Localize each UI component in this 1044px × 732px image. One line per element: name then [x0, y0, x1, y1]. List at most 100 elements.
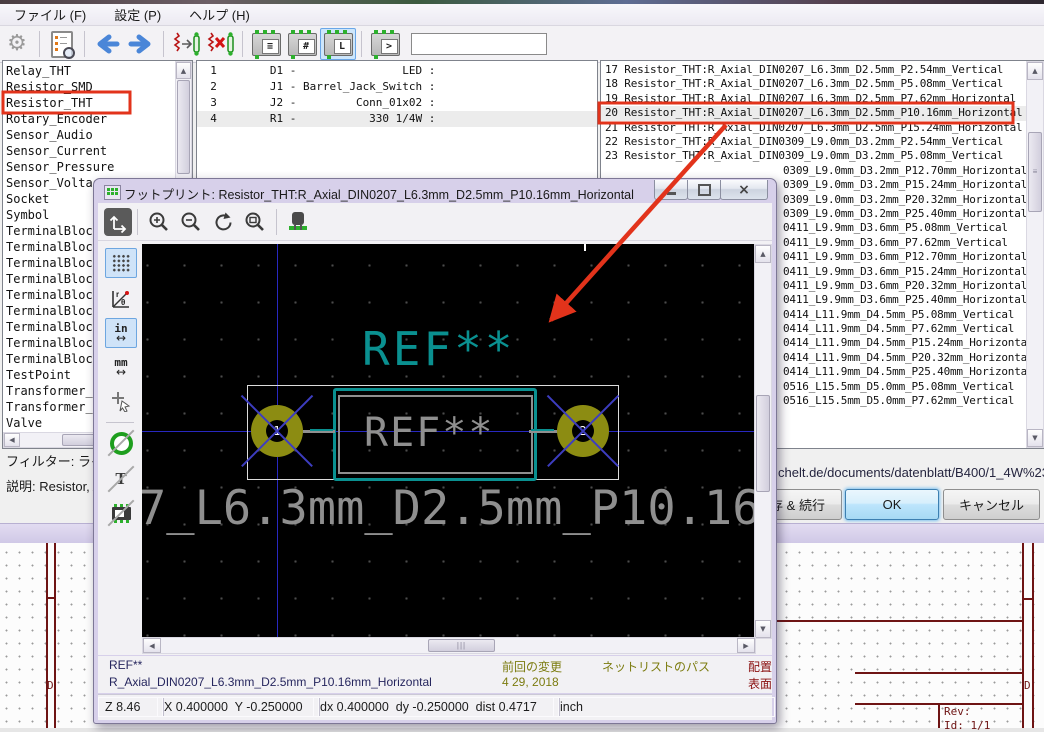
maximize-icon — [697, 183, 711, 196]
toolbar-separator — [361, 31, 362, 57]
zoom-fit-button[interactable] — [239, 207, 271, 237]
canvas-hscrollbar[interactable]: ◀ ||| ▶ — [142, 637, 756, 654]
cursor-crosshair-icon — [112, 392, 131, 412]
menu-item[interactable]: ヘルプ (H) — [175, 4, 264, 25]
filter-button-#[interactable]: # — [284, 28, 320, 60]
footprint-canvas[interactable]: REF** REF** 1 2 7_L6.3mm_D2.5mm_P10.16 — [142, 244, 754, 637]
delete-associations-icon — [207, 32, 234, 56]
ok-button[interactable]: OK — [845, 489, 939, 520]
footprint-list: 17 Resistor_THT:R_Axial_DIN0207_L6.3mm_D… — [601, 63, 1027, 164]
polar-coordinates-icon: rθ — [112, 290, 129, 308]
auto-associate-button[interactable] — [169, 29, 203, 59]
canvas-vscrollbar[interactable]: ▲ ▼ — [754, 244, 772, 639]
footprint-row-partial[interactable]: 0414_L11.9mm_D4.5mm_P25.40mm_Horizontal — [779, 365, 1034, 379]
text-sketch-mode-button[interactable]: T — [105, 464, 137, 494]
scroll-up-button[interactable]: ▲ — [176, 62, 191, 79]
scroll-down-button[interactable]: ▼ — [1027, 429, 1043, 447]
library-item[interactable]: Sensor_Pressure — [3, 159, 173, 175]
close-icon: × — [738, 181, 750, 198]
scroll-left-button[interactable]: ◀ — [4, 433, 20, 447]
footprint-row-partial[interactable]: 0414_L11.9mm_D4.5mm_P15.24mm_Horizontal — [779, 336, 1034, 350]
footprint-row-partial[interactable]: 0411_L9.9mm_D3.6mm_P15.24mm_Horizontal — [779, 265, 1027, 279]
library-item[interactable]: Resistor_THT — [3, 95, 173, 111]
grid-toggle-button[interactable] — [105, 248, 137, 278]
pan-arrows-icon — [109, 215, 127, 233]
minimize-button[interactable] — [654, 180, 688, 200]
footprint-row-partial[interactable]: 0414_L11.9mm_D4.5mm_P5.08mm_Vertical — [779, 308, 1027, 322]
footprint-viewer-button[interactable] — [45, 29, 79, 59]
footprint-row-partial[interactable]: 0309_L9.0mm_D3.2mm_P12.70mm_Horizontal — [779, 164, 1027, 178]
gear-icon: ⚙ — [7, 31, 27, 56]
scroll-right-button[interactable]: ▶ — [737, 638, 755, 653]
show-both-sides-button[interactable] — [104, 207, 132, 236]
units-inches-button[interactable]: in ↔ — [105, 318, 137, 348]
menu-item[interactable]: ファイル (F) — [0, 4, 100, 25]
scroll-down-button[interactable]: ▼ — [755, 620, 771, 638]
delete-associations-button[interactable] — [203, 29, 237, 59]
footprint-row-partial[interactable]: 0411_L9.9mm_D3.6mm_P7.62mm_Vertical — [779, 236, 1027, 250]
component-row[interactable]: 2 J1 - Barrel_Jack_Switch : — [197, 79, 597, 95]
redraw-view-button[interactable] — [207, 207, 239, 237]
footprint-row[interactable]: 18 Resistor_THT:R_Axial_DIN0207_L6.3mm_D… — [601, 77, 1027, 91]
menu-bar: ファイル (F) 設定 (P) ヘルプ (H) — [0, 4, 1044, 26]
footprint-row-partial[interactable]: 0516_L15.5mm_D5.0mm_P5.08mm_Vertical — [779, 380, 1027, 394]
footprint-row-partial[interactable]: 0516_L15.5mm_D5.0mm_P7.62mm_Vertical — [779, 394, 1027, 408]
footprint-row-partial[interactable]: 0309_L9.0mm_D3.2mm_P25.40mm_Horizontal — [779, 207, 1027, 221]
footprint-row[interactable]: 20 Resistor_THT:R_Axial_DIN0207_L6.3mm_D… — [601, 106, 1027, 121]
chip-icon: # — [287, 29, 317, 59]
scroll-up-button[interactable]: ▲ — [755, 245, 771, 263]
footprint-row[interactable]: 22 Resistor_THT:R_Axial_DIN0309_L9.0mm_D… — [601, 135, 1027, 149]
cursor-shape-button[interactable] — [105, 386, 137, 416]
scroll-thumb[interactable]: ≡ — [1028, 132, 1042, 212]
library-item[interactable]: Resistor_SMD — [3, 79, 173, 95]
close-button[interactable]: × — [720, 180, 768, 200]
scroll-thumb[interactable] — [756, 395, 770, 492]
viewer-title-bar[interactable]: フットプリント: Resistor_THT:R_Axial_DIN0207_L6… — [98, 180, 772, 202]
footprint-row-partial[interactable]: 0411_L9.9mm_D3.6mm_P20.32mm_Horizontal — [779, 279, 1027, 293]
scroll-thumb[interactable] — [177, 80, 190, 174]
silk-lead-right — [531, 428, 554, 431]
footprint-row[interactable]: 23 Resistor_THT:R_Axial_DIN0309_L9.0mm_D… — [601, 149, 1027, 163]
arrow-right-icon — [128, 34, 151, 54]
footprint-row-partial[interactable]: 0411_L9.9mm_D3.6mm_P12.70mm_Horizontal — [779, 250, 1027, 264]
next-component-button[interactable] — [124, 29, 158, 59]
maximize-button[interactable] — [687, 180, 721, 200]
3d-viewer-button[interactable] — [282, 207, 314, 237]
footprint-value-text: 7_L6.3mm_D2.5mm_P10.16 — [142, 481, 754, 536]
library-item[interactable]: Relay_THT — [3, 63, 173, 79]
pad-sketch-mode-button[interactable] — [105, 428, 137, 458]
footprint-row-partial[interactable]: 0414_L11.9mm_D4.5mm_P7.62mm_Vertical — [779, 322, 1027, 336]
scroll-left-button[interactable]: ◀ — [143, 638, 161, 653]
previous-component-button[interactable] — [90, 29, 124, 59]
polar-coords-button[interactable]: rθ — [105, 284, 137, 314]
footprint-row-partial[interactable]: 0411_L9.9mm_D3.6mm_P25.40mm_Horizontal — [779, 293, 1027, 307]
menu-item[interactable]: 設定 (P) — [100, 4, 175, 25]
footprint-search-input[interactable] — [411, 33, 547, 55]
library-item[interactable]: Rotary_Encoder — [3, 111, 173, 127]
outline-sketch-mode-button[interactable] — [105, 498, 137, 528]
footprint-row-partial[interactable]: 0309_L9.0mm_D3.2mm_P20.32mm_Horizontal — [779, 193, 1027, 207]
filter-button-L[interactable]: L — [320, 28, 356, 60]
cancel-button[interactable]: キャンセル — [943, 489, 1040, 520]
component-row[interactable]: 4 R1 - 330 1/4W : — [197, 111, 597, 127]
scroll-thumb[interactable]: ||| — [428, 639, 495, 652]
footprint-row-partial[interactable]: 0414_L11.9mm_D4.5mm_P20.32mm_Horizontal — [779, 351, 1034, 365]
footprint-row[interactable]: 17 Resistor_THT:R_Axial_DIN0207_L6.3mm_D… — [601, 63, 1027, 77]
footprint-vscrollbar[interactable]: ▲ ≡ ▼ — [1026, 61, 1044, 448]
component-row[interactable]: 3 J2 - Conn_01x02 : — [197, 95, 597, 111]
library-item[interactable]: Sensor_Current — [3, 143, 173, 159]
scroll-up-button[interactable]: ▲ — [1027, 62, 1043, 80]
footprint-row-partial[interactable]: 0309_L9.0mm_D3.2mm_P15.24mm_Horizontal — [779, 178, 1027, 192]
filter-button-≡[interactable]: ≡ — [248, 28, 284, 60]
settings-button[interactable]: ⚙ — [0, 29, 34, 59]
units-mm-button[interactable]: mm ↔ — [105, 352, 137, 382]
footprint-row-partial[interactable]: 0411_L9.9mm_D3.6mm_P5.08mm_Vertical — [779, 221, 1027, 235]
footprint-row[interactable]: 19 Resistor_THT:R_Axial_DIN0207_L6.3mm_D… — [601, 92, 1027, 106]
library-item[interactable]: Sensor_Audio — [3, 127, 173, 143]
filter-button->[interactable]: > — [367, 28, 403, 60]
status-relative: dx 0.400000 dy -0.250000 dist 0.4717 — [313, 697, 560, 717]
footprint-row[interactable]: 21 Resistor_THT:R_Axial_DIN0207_L6.3mm_D… — [601, 121, 1027, 135]
component-row[interactable]: 1 D1 - LED : — [197, 63, 597, 79]
zoom-out-button[interactable] — [175, 207, 207, 237]
zoom-in-button[interactable] — [143, 207, 175, 237]
